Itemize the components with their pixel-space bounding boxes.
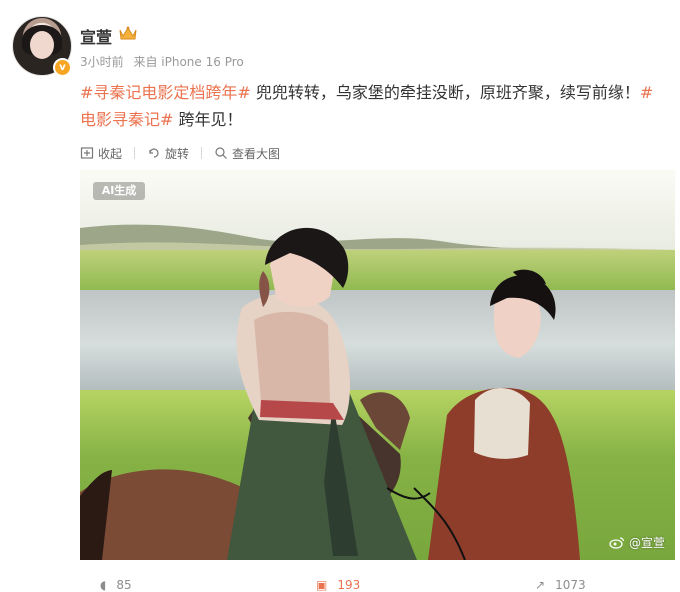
image-people-horse xyxy=(80,227,580,560)
post-text: 兜兜转转，乌家堡的牵挂没断，原班齐聚，续写前缘！ xyxy=(250,83,640,102)
rotate-button[interactable]: 旋转 xyxy=(147,145,189,162)
comment-count: 85 xyxy=(116,578,132,592)
watermark-text: @宣萱 xyxy=(628,536,665,550)
post-image[interactable]: AI生成 @宣萱 xyxy=(80,170,675,560)
crown-icon xyxy=(119,26,137,40)
rotate-icon xyxy=(149,148,159,158)
username[interactable]: 宣萱 xyxy=(80,24,112,48)
collapse-icon xyxy=(80,147,94,159)
search-image-icon xyxy=(215,147,227,159)
collapse-label: 收起 xyxy=(98,146,123,161)
toolbar-separator xyxy=(201,147,203,159)
share-count: 1073 xyxy=(555,578,586,592)
share-icon: ↗ xyxy=(535,578,546,592)
post-meta: 3小时前 来自 iPhone 16 Pro xyxy=(80,53,250,70)
comment-button[interactable]: ◖ 85 xyxy=(100,578,132,592)
vip-badge-icon: v xyxy=(53,58,72,77)
post-source[interactable]: 来自 iPhone 16 Pro xyxy=(133,55,243,69)
post-actions: ◖ 85 ▣ 193 ↗ 1073 xyxy=(0,578,680,592)
toolbar-separator xyxy=(134,147,136,159)
post-text: 跨年见！ xyxy=(173,110,243,129)
like-icon: ▣ xyxy=(316,578,328,592)
view-large-label: 查看大图 xyxy=(232,146,281,161)
rotate-label: 旋转 xyxy=(165,146,190,161)
hashtag-link[interactable]: #寻秦记电影定档跨年# xyxy=(80,83,251,102)
like-button[interactable]: ▣ 193 xyxy=(316,578,360,592)
view-large-button[interactable]: 查看大图 xyxy=(214,145,280,162)
like-count: 193 xyxy=(337,578,361,592)
post-time: 3小时前 xyxy=(80,55,124,69)
image-toolbar: 收起 旋转 查看大图 xyxy=(80,144,280,162)
ai-generated-badge: AI生成 xyxy=(93,182,145,200)
avatar-face xyxy=(30,31,54,59)
comment-icon: ◖ xyxy=(100,578,107,592)
post-content: #寻秦记电影定档跨年# 兜兜转转，乌家堡的牵挂没断，原班齐聚，续写前缘！#电影寻… xyxy=(80,79,668,133)
post-header: v 宣萱 3小时前 来自 iPhone 16 Pro xyxy=(0,0,680,80)
weibo-icon xyxy=(609,537,625,549)
share-button[interactable]: ↗ 1073 xyxy=(535,578,586,592)
image-watermark: @宣萱 xyxy=(609,534,665,551)
collapse-button[interactable]: 收起 xyxy=(80,145,122,162)
